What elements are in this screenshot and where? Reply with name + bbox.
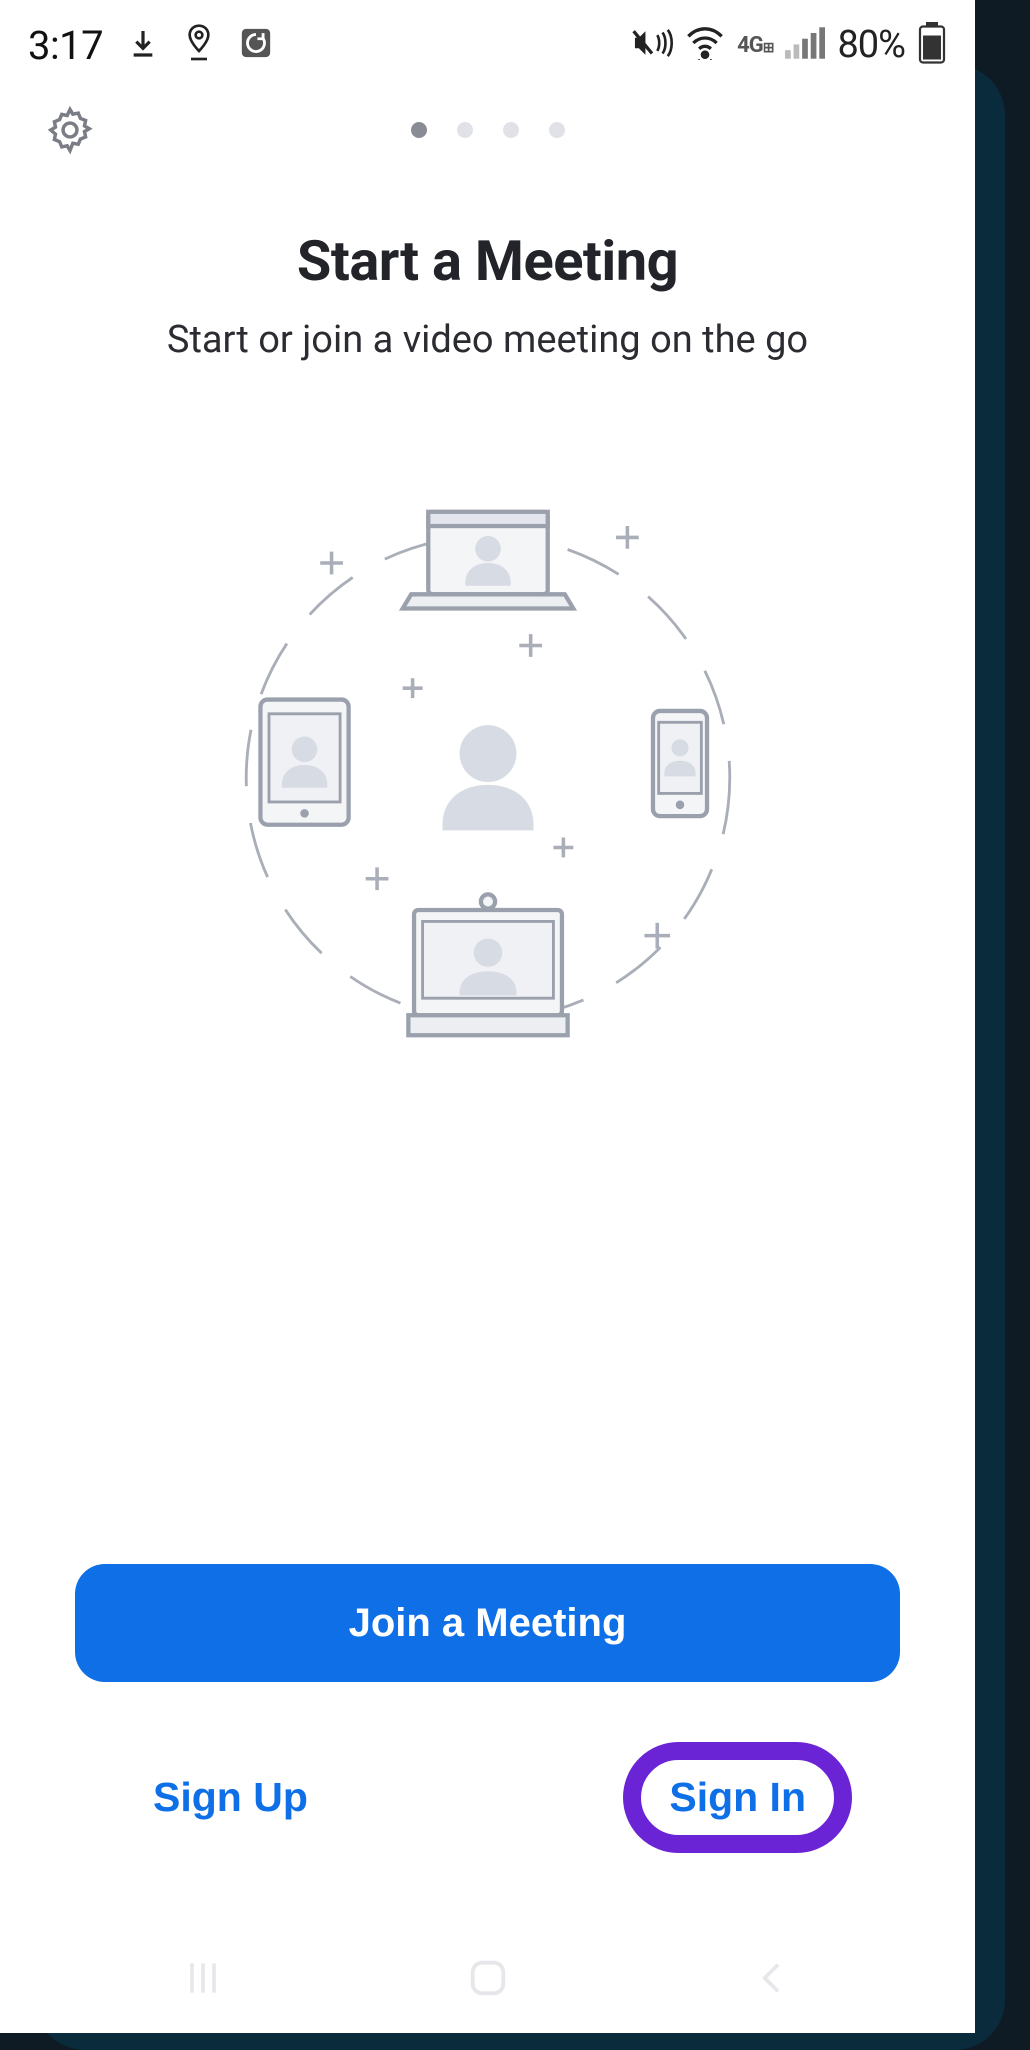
page-indicator <box>0 122 975 138</box>
sign-in-highlight: Sign In <box>623 1742 852 1853</box>
sign-in-button[interactable]: Sign In <box>667 1770 808 1825</box>
page-dot-2 <box>457 122 473 138</box>
tablet-icon <box>260 700 348 825</box>
page-dot-4 <box>549 122 565 138</box>
desktop-icon <box>408 894 567 1035</box>
phone-screen: 3:17 4G⊞ 80% <box>0 0 975 2033</box>
network-4g-icon: 4G⊞ <box>737 33 773 58</box>
phone-icon <box>652 711 706 816</box>
location-pin-icon <box>183 23 215 67</box>
meeting-devices-illustration <box>188 472 788 1112</box>
network-label: 4G <box>737 33 763 58</box>
hero-section: Start a Meeting Start or join a video me… <box>0 180 975 362</box>
system-nav-bar <box>0 1923 975 2033</box>
status-bar: 3:17 4G⊞ 80% <box>0 10 975 80</box>
laptop-icon <box>402 512 573 609</box>
settings-button[interactable] <box>40 100 100 160</box>
page-title: Start a Meeting <box>40 228 935 294</box>
back-icon <box>753 1956 793 2000</box>
mute-vibrate-icon <box>631 26 673 64</box>
recent-apps-button[interactable] <box>123 1948 283 2008</box>
action-area: Join a Meeting Sign Up Sign In <box>0 1564 975 1923</box>
join-meeting-button[interactable]: Join a Meeting <box>75 1564 900 1682</box>
sync-badge-icon <box>239 26 273 64</box>
battery-icon <box>917 22 947 68</box>
back-button[interactable] <box>693 1948 853 2008</box>
app-header <box>0 80 975 180</box>
wifi-icon <box>685 26 725 64</box>
page-dot-1 <box>411 122 427 138</box>
gear-icon <box>44 104 96 156</box>
home-button[interactable] <box>408 1948 568 2008</box>
home-icon <box>465 1955 511 2001</box>
cell-signal-icon <box>785 27 825 63</box>
sign-up-button[interactable]: Sign Up <box>123 1754 338 1841</box>
page-dot-3 <box>503 122 519 138</box>
page-subtitle: Start or join a video meeting on the go <box>40 318 935 362</box>
download-icon <box>127 25 159 65</box>
recent-apps-icon <box>181 1956 225 2000</box>
battery-percent: 80% <box>837 23 905 67</box>
illustration <box>0 362 975 1564</box>
status-time: 3:17 <box>28 22 103 69</box>
person-icon <box>442 725 533 830</box>
